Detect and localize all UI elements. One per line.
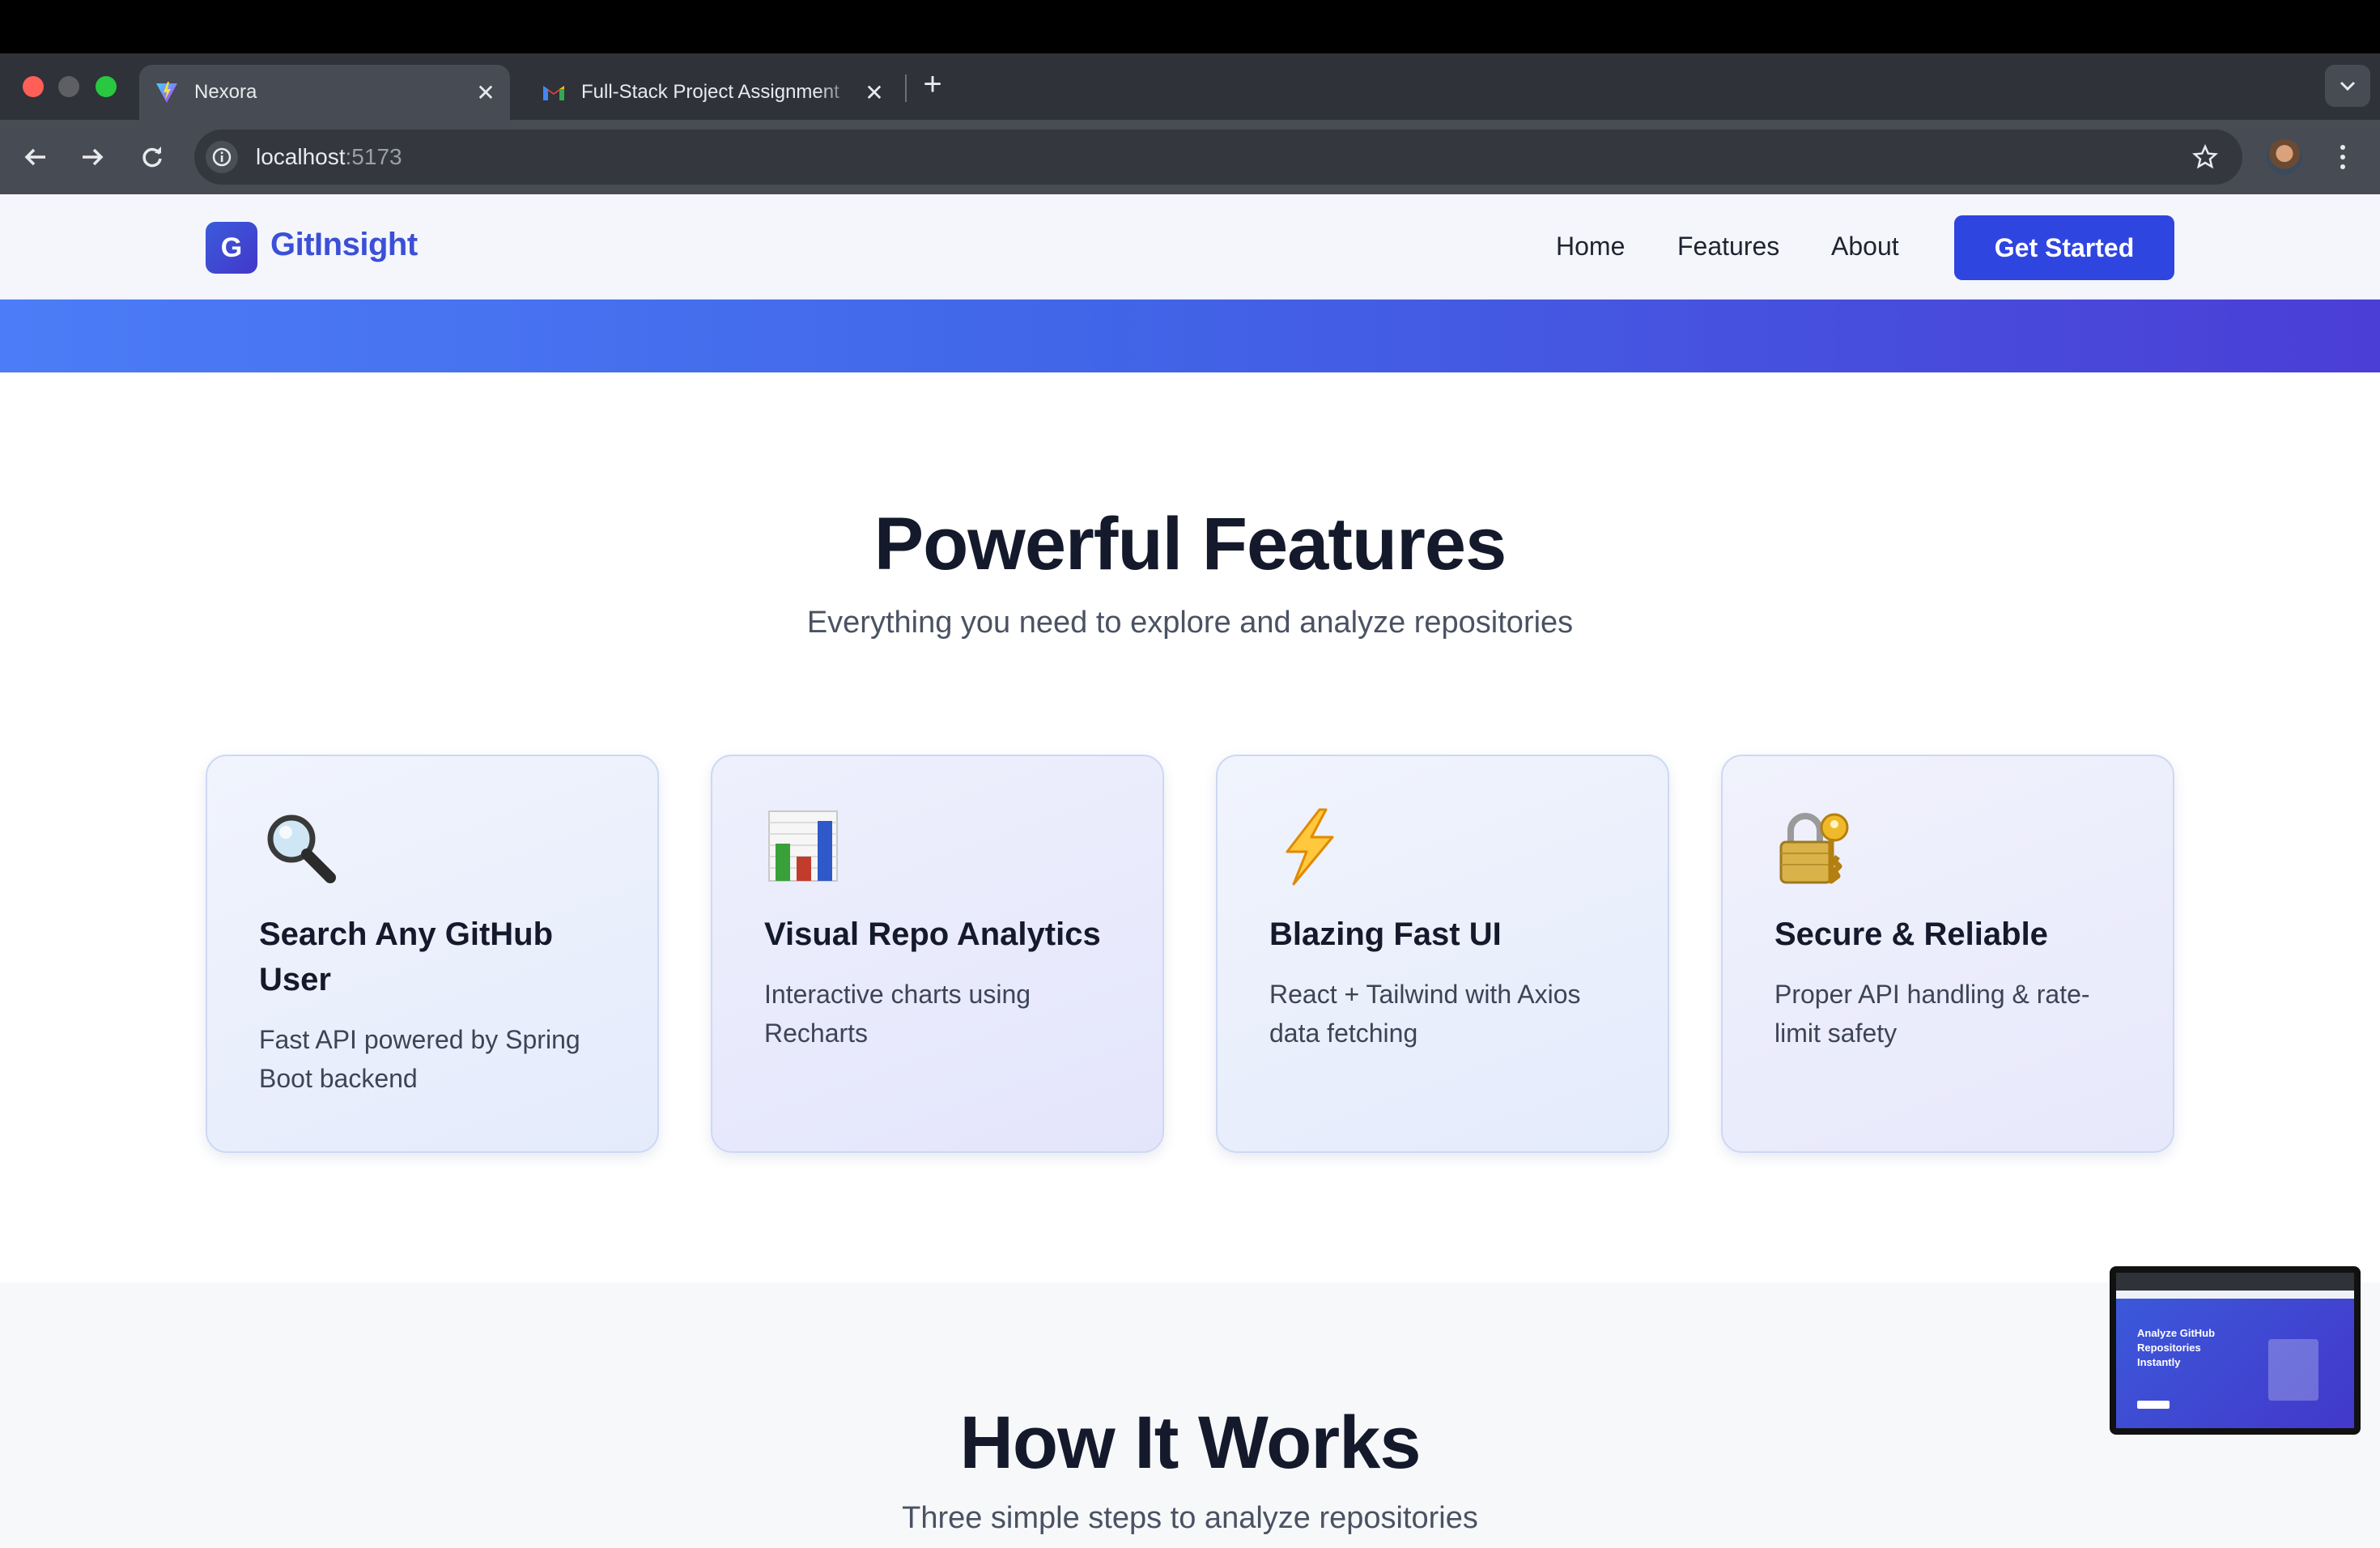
lock-key-icon (1774, 806, 1855, 887)
features-title: Powerful Features (873, 503, 1507, 585)
forward-icon[interactable] (73, 138, 112, 176)
tab-title: Full-Stack Project Assignment (581, 81, 839, 103)
preview-navbar (2116, 1291, 2354, 1299)
feature-card-secure: Secure & Reliable Proper API handling & … (1721, 755, 2174, 1153)
vite-icon (154, 79, 180, 105)
tab-search-button[interactable] (2325, 65, 2370, 107)
features-subtitle: Everything you need to explore and analy… (806, 606, 1574, 640)
brand-name[interactable]: GitInsight (270, 227, 418, 263)
card-description: Proper API handling & rate-limit safety (1774, 980, 2090, 1048)
preview-image: Analyze GitHub Repositories Instantly (2116, 1273, 2354, 1428)
profile-avatar[interactable] (2267, 139, 2302, 175)
preview-button (2137, 1401, 2170, 1409)
back-icon[interactable] (16, 138, 55, 176)
card-title: Blazing Fast UI (1269, 916, 1502, 952)
site-info-icon[interactable] (206, 141, 238, 173)
url-text: localhost:5173 (256, 144, 402, 169)
top-black-bar (0, 0, 2380, 53)
minimize-window-button[interactable] (58, 76, 79, 97)
how-subtitle: Three simple steps to analyze repositori… (902, 1501, 1478, 1535)
preview-hero-text: Analyze GitHub Repositories Instantly (2137, 1327, 2216, 1368)
card-description: Interactive charts using Recharts (764, 980, 1031, 1048)
bookmark-star-icon[interactable] (2189, 141, 2221, 173)
reload-icon[interactable] (133, 138, 172, 176)
lightning-icon (1269, 806, 1350, 887)
tab-separator (905, 74, 907, 102)
card-description: Fast API powered by Spring Boot backend (259, 1025, 580, 1093)
nav-about-link[interactable]: About (1831, 232, 1899, 262)
bar-chart-icon (764, 806, 845, 887)
preview-panel (2268, 1339, 2318, 1401)
gmail-icon (541, 79, 567, 105)
logo-mark[interactable]: G (206, 222, 257, 274)
magnifier-icon (259, 806, 340, 887)
site-navbar: G GitInsight Home Features About Get Sta… (0, 194, 2380, 300)
card-title: Visual Repo Analytics (764, 916, 1101, 952)
nav-home-link[interactable]: Home (1556, 232, 1625, 262)
how-title: How It Works (959, 1401, 1421, 1484)
get-started-button[interactable]: Get Started (1954, 215, 2174, 280)
tab-title: Nexora (194, 81, 257, 103)
close-tab-icon[interactable]: ✕ (470, 76, 502, 108)
page-viewport: G GitInsight Home Features About Get Sta… (0, 194, 2380, 1548)
browser-menu-icon[interactable] (2331, 138, 2354, 176)
close-tab-icon[interactable]: ✕ (858, 76, 890, 108)
feature-card-fast-ui: Blazing Fast UI React + Tailwind with Ax… (1216, 755, 1669, 1153)
nav-features-link[interactable]: Features (1677, 232, 1779, 262)
chevron-down-icon (2340, 81, 2356, 91)
how-it-works-section: How It Works Three simple steps to analy… (0, 1282, 2380, 1548)
tab-nexora[interactable]: Nexora ✕ (139, 65, 510, 120)
close-window-button[interactable] (23, 76, 44, 97)
hero-gradient-band (0, 300, 2380, 372)
screenshot-preview-thumbnail[interactable]: Analyze GitHub Repositories Instantly (2110, 1266, 2361, 1435)
card-title: Search Any GitHub User (259, 916, 554, 997)
address-bar[interactable]: localhost:5173 (194, 130, 2242, 185)
card-description: React + Tailwind with Axios data fetchin… (1269, 980, 1581, 1048)
tab-gmail[interactable]: Full-Stack Project Assignment ✕ (526, 65, 899, 120)
preview-browser-bar (2116, 1273, 2354, 1291)
maximize-window-button[interactable] (96, 76, 117, 97)
feature-card-search: Search Any GitHub User Fast API powered … (206, 755, 659, 1153)
new-tab-icon[interactable]: + (916, 66, 949, 102)
feature-card-analytics: Visual Repo Analytics Interactive charts… (711, 755, 1164, 1153)
card-title: Secure & Reliable (1774, 916, 2048, 952)
